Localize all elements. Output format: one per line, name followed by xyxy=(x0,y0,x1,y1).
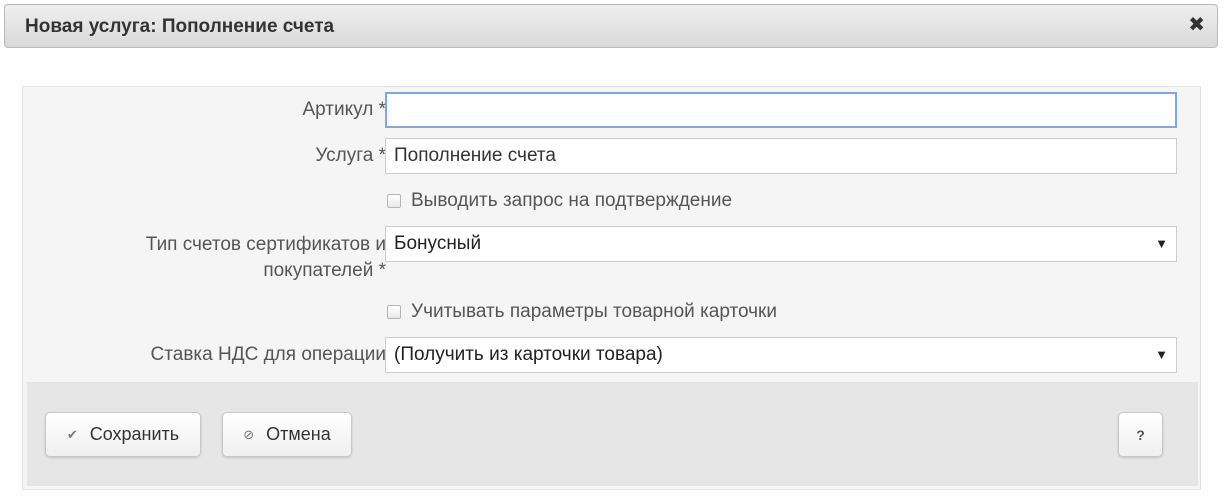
vat-rate-select[interactable]: (Получить из карточки товара) ▼ xyxy=(385,337,1177,373)
article-input[interactable] xyxy=(385,92,1177,128)
account-type-selected: Бонусный xyxy=(394,233,482,254)
card-params-label: Учитывать параметры товарной карточки xyxy=(411,301,777,322)
card-params-row[interactable]: Учитывать параметры товарной карточки xyxy=(387,299,777,325)
form-fields: Артикул * Услуга * Выводить запрос на по… xyxy=(27,90,1198,382)
confirm-request-checkbox[interactable] xyxy=(387,194,401,208)
account-type-select[interactable]: Бонусный ▼ xyxy=(385,226,1177,262)
form-panel: Артикул * Услуга * Выводить запрос на по… xyxy=(22,86,1201,490)
cancel-button-label: Отмена xyxy=(266,424,331,444)
confirm-request-label: Выводить запрос на подтверждение xyxy=(411,190,733,211)
cancel-button[interactable]: ⊘ Отмена xyxy=(222,412,352,457)
account-type-label-line1: Тип счетов сертификатов и xyxy=(145,234,386,255)
confirm-request-row[interactable]: Выводить запрос на подтверждение xyxy=(387,188,732,214)
save-button-label: Сохранить xyxy=(89,424,180,444)
close-icon[interactable]: ✖ xyxy=(1188,14,1205,36)
dialog-title: Новая услуга: Пополнение счета xyxy=(25,16,335,37)
ban-icon: ⊘ xyxy=(243,426,255,442)
dialog-titlebar: Новая услуга: Пополнение счета ✖ xyxy=(4,4,1218,48)
article-label: Артикул * xyxy=(302,99,386,120)
help-icon: ? xyxy=(1136,426,1145,443)
vat-rate-selected: (Получить из карточки товара) xyxy=(394,344,663,365)
check-icon: ✔ xyxy=(66,426,78,442)
chevron-down-icon: ▼ xyxy=(1155,236,1168,251)
new-service-dialog: Новая услуга: Пополнение счета ✖ Артикул… xyxy=(0,0,1223,502)
account-type-label: Тип счетов сертификатов и покупателей * xyxy=(146,232,386,284)
help-button[interactable]: ? xyxy=(1118,412,1163,457)
account-type-label-line2: покупателей * xyxy=(263,260,386,281)
service-label: Услуга * xyxy=(315,145,386,166)
save-button[interactable]: ✔ Сохранить xyxy=(45,412,201,457)
vat-rate-label: Ставка НДС для операции xyxy=(150,344,386,365)
chevron-down-icon: ▼ xyxy=(1155,347,1168,362)
dialog-footer: ✔ Сохранить ⊘ Отмена ? xyxy=(27,382,1198,486)
card-params-checkbox[interactable] xyxy=(387,305,401,319)
service-input[interactable] xyxy=(385,138,1177,174)
